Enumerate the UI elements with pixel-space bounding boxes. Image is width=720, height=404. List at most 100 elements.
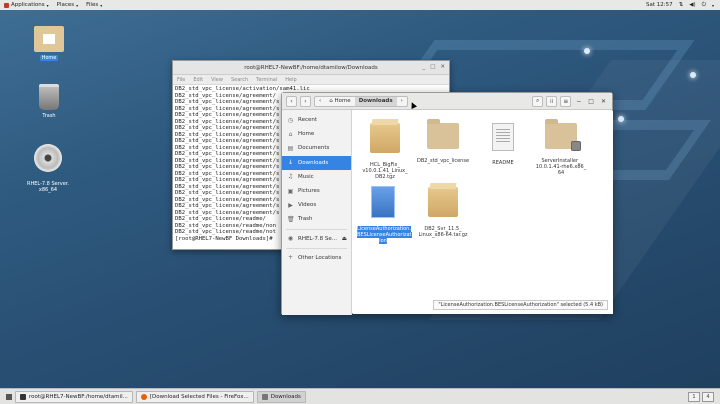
workspace-1[interactable]: 1 (688, 391, 700, 402)
maximize-icon[interactable]: □ (430, 64, 435, 70)
sidebar-item-disc[interactable]: ◉ RHEL-7.8 Se... ⏏ (282, 232, 351, 246)
search-button[interactable]: ⌕ (532, 95, 544, 107)
places-label: Places (56, 2, 75, 8)
menu-help[interactable]: Help (285, 77, 296, 83)
taskbar: root@RHEL7-NewBF:/home/dtamil... [Downlo… (0, 388, 720, 404)
sidebar-item-label: Home (298, 131, 315, 138)
task-firefox[interactable]: [Download Selected Files - FireFox... (135, 390, 254, 403)
terminal-title: root@RHEL7-NewBF:/home/dtamilow/Download… (244, 64, 378, 71)
volume-icon[interactable]: ◀) (689, 2, 695, 8)
file-label: ServerInstaller_ 10.0.1.41-rhe6.x86_ 64 (535, 158, 587, 176)
sidebar-item-label: Other Locations (298, 254, 342, 261)
sidebar-item-downloads[interactable]: ↓ Downloads (282, 155, 351, 170)
sidebar-item-videos[interactable]: ▶ Videos (282, 198, 351, 212)
chevron-down-icon[interactable]: ▾ (712, 3, 714, 8)
firefox-icon (140, 393, 147, 400)
back-button[interactable]: ‹ (286, 95, 297, 107)
menu-search[interactable]: Search (231, 77, 248, 83)
sidebar-item-music[interactable]: ♫ Music (282, 170, 351, 184)
trash-icon (39, 84, 59, 110)
menu-terminal[interactable]: Terminal (256, 77, 277, 83)
breadcrumb: ‹ ⌂ Home Downloads › (314, 95, 408, 107)
task-label: [Download Selected Files - FireFox... (149, 393, 249, 400)
grid-icon: ⁞⁞ (549, 97, 554, 105)
show-desktop-icon[interactable] (6, 393, 12, 400)
view-options-button[interactable]: ⁞⁞ (546, 95, 558, 107)
file-item[interactable]: HCL_BigFix_ v10.0.1.41_Linux_ DB2.tgz (359, 117, 411, 180)
close-icon[interactable]: ✕ (440, 64, 445, 70)
wallpaper-dot (690, 72, 696, 78)
eject-icon[interactable]: ⏏ (342, 236, 347, 242)
applications-menu[interactable]: Applications ▾ (0, 2, 53, 8)
menu-edit[interactable]: Edit (193, 77, 203, 83)
menu-file[interactable]: File (177, 77, 185, 83)
desktop-icon-trash[interactable]: Trash (27, 84, 71, 119)
archive-icon (428, 187, 458, 217)
sidebar-item-home[interactable]: ⌂ Home (282, 127, 351, 141)
task-downloads[interactable]: Downloads (256, 390, 306, 403)
sidebar-item-label: Downloads (298, 159, 329, 166)
minimize-icon[interactable]: _ (422, 64, 425, 70)
file-grid: HCL_BigFix_ v10.0.1.41_Linux_ DB2.tgz DB… (353, 111, 613, 314)
sidebar-item-documents[interactable]: ▤ Documents (282, 141, 351, 155)
file-item[interactable]: README (477, 117, 529, 166)
desktop-icon-disc[interactable]: RHEL-7.8 Server. x86_64 (26, 138, 70, 193)
search-icon: ⌕ (536, 97, 540, 104)
downloads-icon: ↓ (287, 159, 294, 167)
forward-button[interactable]: › (300, 95, 311, 107)
disc-icon (34, 144, 62, 172)
file-label: README (492, 160, 514, 166)
menu-button[interactable]: ≡ (560, 95, 572, 107)
breadcrumb-right-arrow[interactable]: › (397, 97, 407, 106)
sidebar-item-label: RHEL-7.8 Se... (298, 235, 337, 242)
breadcrumb-left-arrow[interactable]: ‹ (315, 97, 325, 106)
places-menu[interactable]: Places ▾ (53, 2, 83, 8)
file-item[interactable]: DB2_Svr_11.5_ Linux_x86-64.tar.gz (417, 181, 469, 238)
task-terminal[interactable]: root@RHEL7-NewBF:/home/dtamil... (15, 390, 133, 403)
desktop-icon-label: RHEL-7.8 Server. x86_64 (27, 181, 69, 193)
desktop-icon-label: Trash (42, 113, 56, 119)
terminal-titlebar[interactable]: root@RHEL7-NewBF:/home/dtamilow/Download… (173, 61, 449, 75)
sidebar-item-label: Recent (298, 117, 318, 124)
menu-view[interactable]: View (211, 77, 223, 83)
places-sidebar: ◷ Recent ⌂ Home ▤ Documents ↓ Downloads ♫ Mus… (282, 110, 352, 315)
breadcrumb-home[interactable]: ⌂ Home (325, 97, 355, 106)
files-menu[interactable]: Files ▾ (82, 2, 106, 8)
sidebar-item-other-locations[interactable]: + Other Locations (282, 251, 351, 265)
archive-icon (370, 123, 400, 153)
sidebar-item-pictures[interactable]: ▣ Pictures (282, 184, 351, 198)
sidebar-item-label: Pictures (298, 188, 320, 195)
minimize-icon[interactable]: − (574, 98, 583, 105)
breadcrumb-downloads[interactable]: Downloads (354, 96, 397, 106)
files-label: Files (86, 2, 99, 8)
clock[interactable]: Sat 12:57 (646, 2, 673, 8)
home-icon: ⌂ (288, 130, 293, 138)
file-label: DB2_std_vpc_license (417, 158, 470, 164)
folder-icon (427, 119, 459, 149)
maximize-icon[interactable]: □ (586, 98, 596, 105)
folder-icon (545, 119, 581, 151)
sidebar-divider (286, 247, 347, 249)
desktop-icon-home[interactable]: Home (27, 26, 71, 61)
wallpaper-dot (618, 116, 624, 122)
power-icon[interactable]: ⏻ (702, 2, 706, 9)
sidebar-item-recent[interactable]: ◷ Recent (282, 113, 351, 127)
file-item[interactable]: LicenseAuthorization. BESLicenseAuthoriz… (357, 181, 412, 244)
workspace-pager: 1 4 (688, 391, 714, 402)
network-icon[interactable]: ⇅ (679, 2, 684, 8)
file-manager-headerbar[interactable]: ‹ › ‹ ⌂ Home Downloads › ⌕ ⁞⁞ ≡ − □ ✕ (282, 93, 612, 110)
close-icon[interactable]: ✕ (599, 98, 608, 105)
workspace-4[interactable]: 4 (702, 391, 714, 402)
desktop-icon-label: Home (39, 55, 59, 61)
terminal-icon (20, 393, 26, 400)
file-manager-window[interactable]: ‹ › ‹ ⌂ Home Downloads › ⌕ ⁞⁞ ≡ − □ ✕ ◷ R… (281, 92, 613, 315)
plus-icon: + (287, 254, 294, 262)
sidebar-item-label: Videos (298, 202, 317, 209)
file-item[interactable]: DB2_std_vpc_license (417, 117, 469, 164)
chevron-down-icon: ▾ (46, 2, 49, 8)
files-icon (261, 393, 268, 400)
videos-icon: ▶ (288, 201, 293, 209)
sidebar-item-trash[interactable]: 🗑 Trash (282, 212, 351, 226)
clock-icon: ◷ (287, 116, 294, 124)
file-item[interactable]: ServerInstaller_ 10.0.1.41-rhe6.x86_ 64 (535, 117, 587, 176)
